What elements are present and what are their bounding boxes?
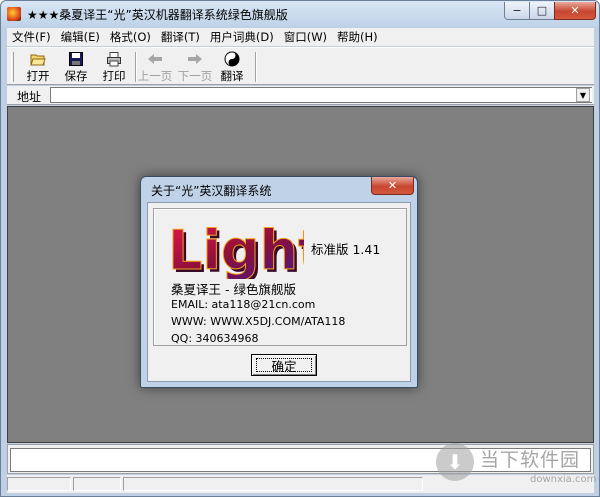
- maximize-button[interactable]: □: [529, 2, 555, 20]
- watermark-text: 当下软件园: [480, 449, 581, 471]
- toolbar: 打开 保存 打印 上一页 下一页 翻译: [7, 47, 594, 85]
- maximize-icon: □: [536, 4, 548, 17]
- version-text: 标准版 1.41: [311, 242, 381, 257]
- logo-text: Light: [168, 219, 304, 279]
- menu-help[interactable]: 帮助(H): [332, 29, 383, 45]
- print-label: 打印: [102, 69, 126, 83]
- yin-yang-icon: [224, 51, 240, 67]
- save-label: 保存: [64, 69, 88, 83]
- address-bar: 地址 ▼: [7, 86, 594, 105]
- watermark-url: downxia.com: [530, 474, 597, 485]
- next-page-label: 下一页: [177, 69, 213, 83]
- printer-icon: [106, 51, 122, 67]
- prev-page-label: 上一页: [137, 69, 173, 83]
- address-label: 地址: [17, 90, 42, 104]
- website-text: WWW: WWW.X5DJ.COM/ATA118: [171, 315, 346, 328]
- print-button[interactable]: 打印: [95, 51, 133, 83]
- menu-translate[interactable]: 翻译(T): [156, 29, 205, 45]
- menu-file[interactable]: 文件(F): [7, 29, 56, 45]
- dialog-body: Light Light 标准版 1.41 桑夏译王 - 绿色旗舰版 EMAIL:…: [147, 202, 411, 382]
- address-dropdown-button[interactable]: ▼: [576, 88, 590, 102]
- status-cell: [123, 477, 423, 491]
- product-name: 桑夏译王 - 绿色旗舰版: [171, 282, 296, 297]
- save-button[interactable]: 保存: [57, 51, 95, 83]
- menu-edit[interactable]: 编辑(E): [56, 29, 105, 45]
- address-input[interactable]: [50, 87, 592, 103]
- dialog-title: 关于“光”英汉翻译系统: [151, 184, 272, 198]
- light-logo: Light Light: [168, 219, 305, 280]
- app-logo-icon[interactable]: [7, 7, 21, 21]
- open-button[interactable]: 打开: [19, 51, 57, 83]
- about-dialog: 关于“光”英汉翻译系统 ✕ Light Light 标准版 1.41 桑夏译王 …: [140, 176, 418, 388]
- arrow-left-icon: [147, 51, 163, 67]
- menu-user-dict[interactable]: 用户词典(D): [205, 29, 279, 45]
- toolbar-separator: [255, 52, 257, 82]
- window-title: ★★★桑夏译王“光”英汉机器翻译系统绿色旗舰版: [27, 8, 288, 22]
- close-icon: ✕: [387, 179, 398, 192]
- status-cell: [7, 477, 71, 491]
- translate-label: 翻译: [220, 69, 244, 83]
- prev-page-button[interactable]: 上一页: [135, 51, 175, 83]
- minimize-icon: −: [512, 4, 522, 17]
- qq-text: QQ: 340634968: [171, 332, 259, 345]
- close-icon: ✕: [570, 4, 580, 17]
- info-frame: Light Light 标准版 1.41 桑夏译王 - 绿色旗舰版 EMAIL:…: [153, 208, 407, 346]
- open-folder-icon: [30, 51, 46, 67]
- next-page-button[interactable]: 下一页: [175, 51, 215, 83]
- download-arrow-icon: ⬇: [436, 443, 474, 481]
- menu-format[interactable]: 格式(O): [105, 29, 156, 45]
- arrow-right-icon: [187, 51, 203, 67]
- floppy-disk-icon: [68, 51, 84, 67]
- ok-button[interactable]: 确定: [251, 354, 317, 376]
- close-button[interactable]: ✕: [554, 2, 596, 20]
- email-text: EMAIL: ata118@21cn.com: [171, 298, 316, 311]
- toolbar-grip[interactable]: [11, 52, 14, 82]
- translate-button[interactable]: 翻译: [213, 51, 251, 83]
- dialog-close-button[interactable]: ✕: [371, 177, 414, 195]
- chevron-down-icon: ▼: [579, 90, 587, 100]
- menu-window[interactable]: 窗口(W): [279, 29, 332, 45]
- focus-rect: [256, 358, 312, 372]
- status-cell: [73, 477, 121, 491]
- menu-bar: 文件(F) 编辑(E) 格式(O) 翻译(T) 用户词典(D) 窗口(W) 帮助…: [7, 28, 594, 46]
- open-label: 打开: [26, 69, 50, 83]
- minimize-button[interactable]: −: [504, 2, 530, 20]
- watermark: ⬇ 当下软件园 downxia.com: [436, 441, 596, 495]
- title-bar[interactable]: ★★★桑夏译王“光”英汉机器翻译系统绿色旗舰版 − □ ✕: [1, 1, 599, 27]
